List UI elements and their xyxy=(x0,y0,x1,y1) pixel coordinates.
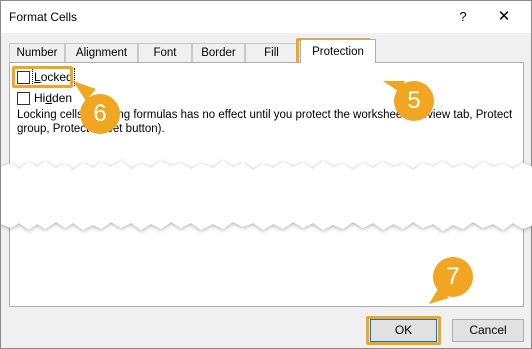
tab-alignment[interactable]: Alignment xyxy=(65,43,138,63)
callout-6-badge: 6 xyxy=(80,94,120,134)
close-button[interactable]: ✕ xyxy=(487,5,521,29)
help-button[interactable]: ? xyxy=(447,5,479,29)
hidden-checkbox[interactable] xyxy=(17,91,30,105)
format-cells-dialog: Format Cells ? ✕ Number Alignment Font B… xyxy=(0,0,532,349)
locked-highlight xyxy=(12,66,73,88)
dialog-title: Format Cells xyxy=(9,10,78,24)
tab-fill[interactable]: Fill xyxy=(245,43,298,63)
title-bar: Format Cells ? ✕ xyxy=(1,1,531,33)
ok-button-highlight xyxy=(366,316,441,345)
callout-7-badge: 7 xyxy=(433,257,473,297)
hidden-label: Hidden xyxy=(34,91,73,105)
tab-font[interactable]: Font xyxy=(138,43,192,63)
callout-5-badge: 5 xyxy=(394,81,434,121)
tab-protection[interactable]: Protection xyxy=(300,39,376,63)
hidden-checkbox-row[interactable]: Hidden xyxy=(17,91,72,105)
cancel-button[interactable]: Cancel xyxy=(452,319,524,342)
tab-border[interactable]: Border xyxy=(192,43,245,63)
tab-number[interactable]: Number xyxy=(9,43,65,63)
torn-paper-effect xyxy=(1,161,532,231)
